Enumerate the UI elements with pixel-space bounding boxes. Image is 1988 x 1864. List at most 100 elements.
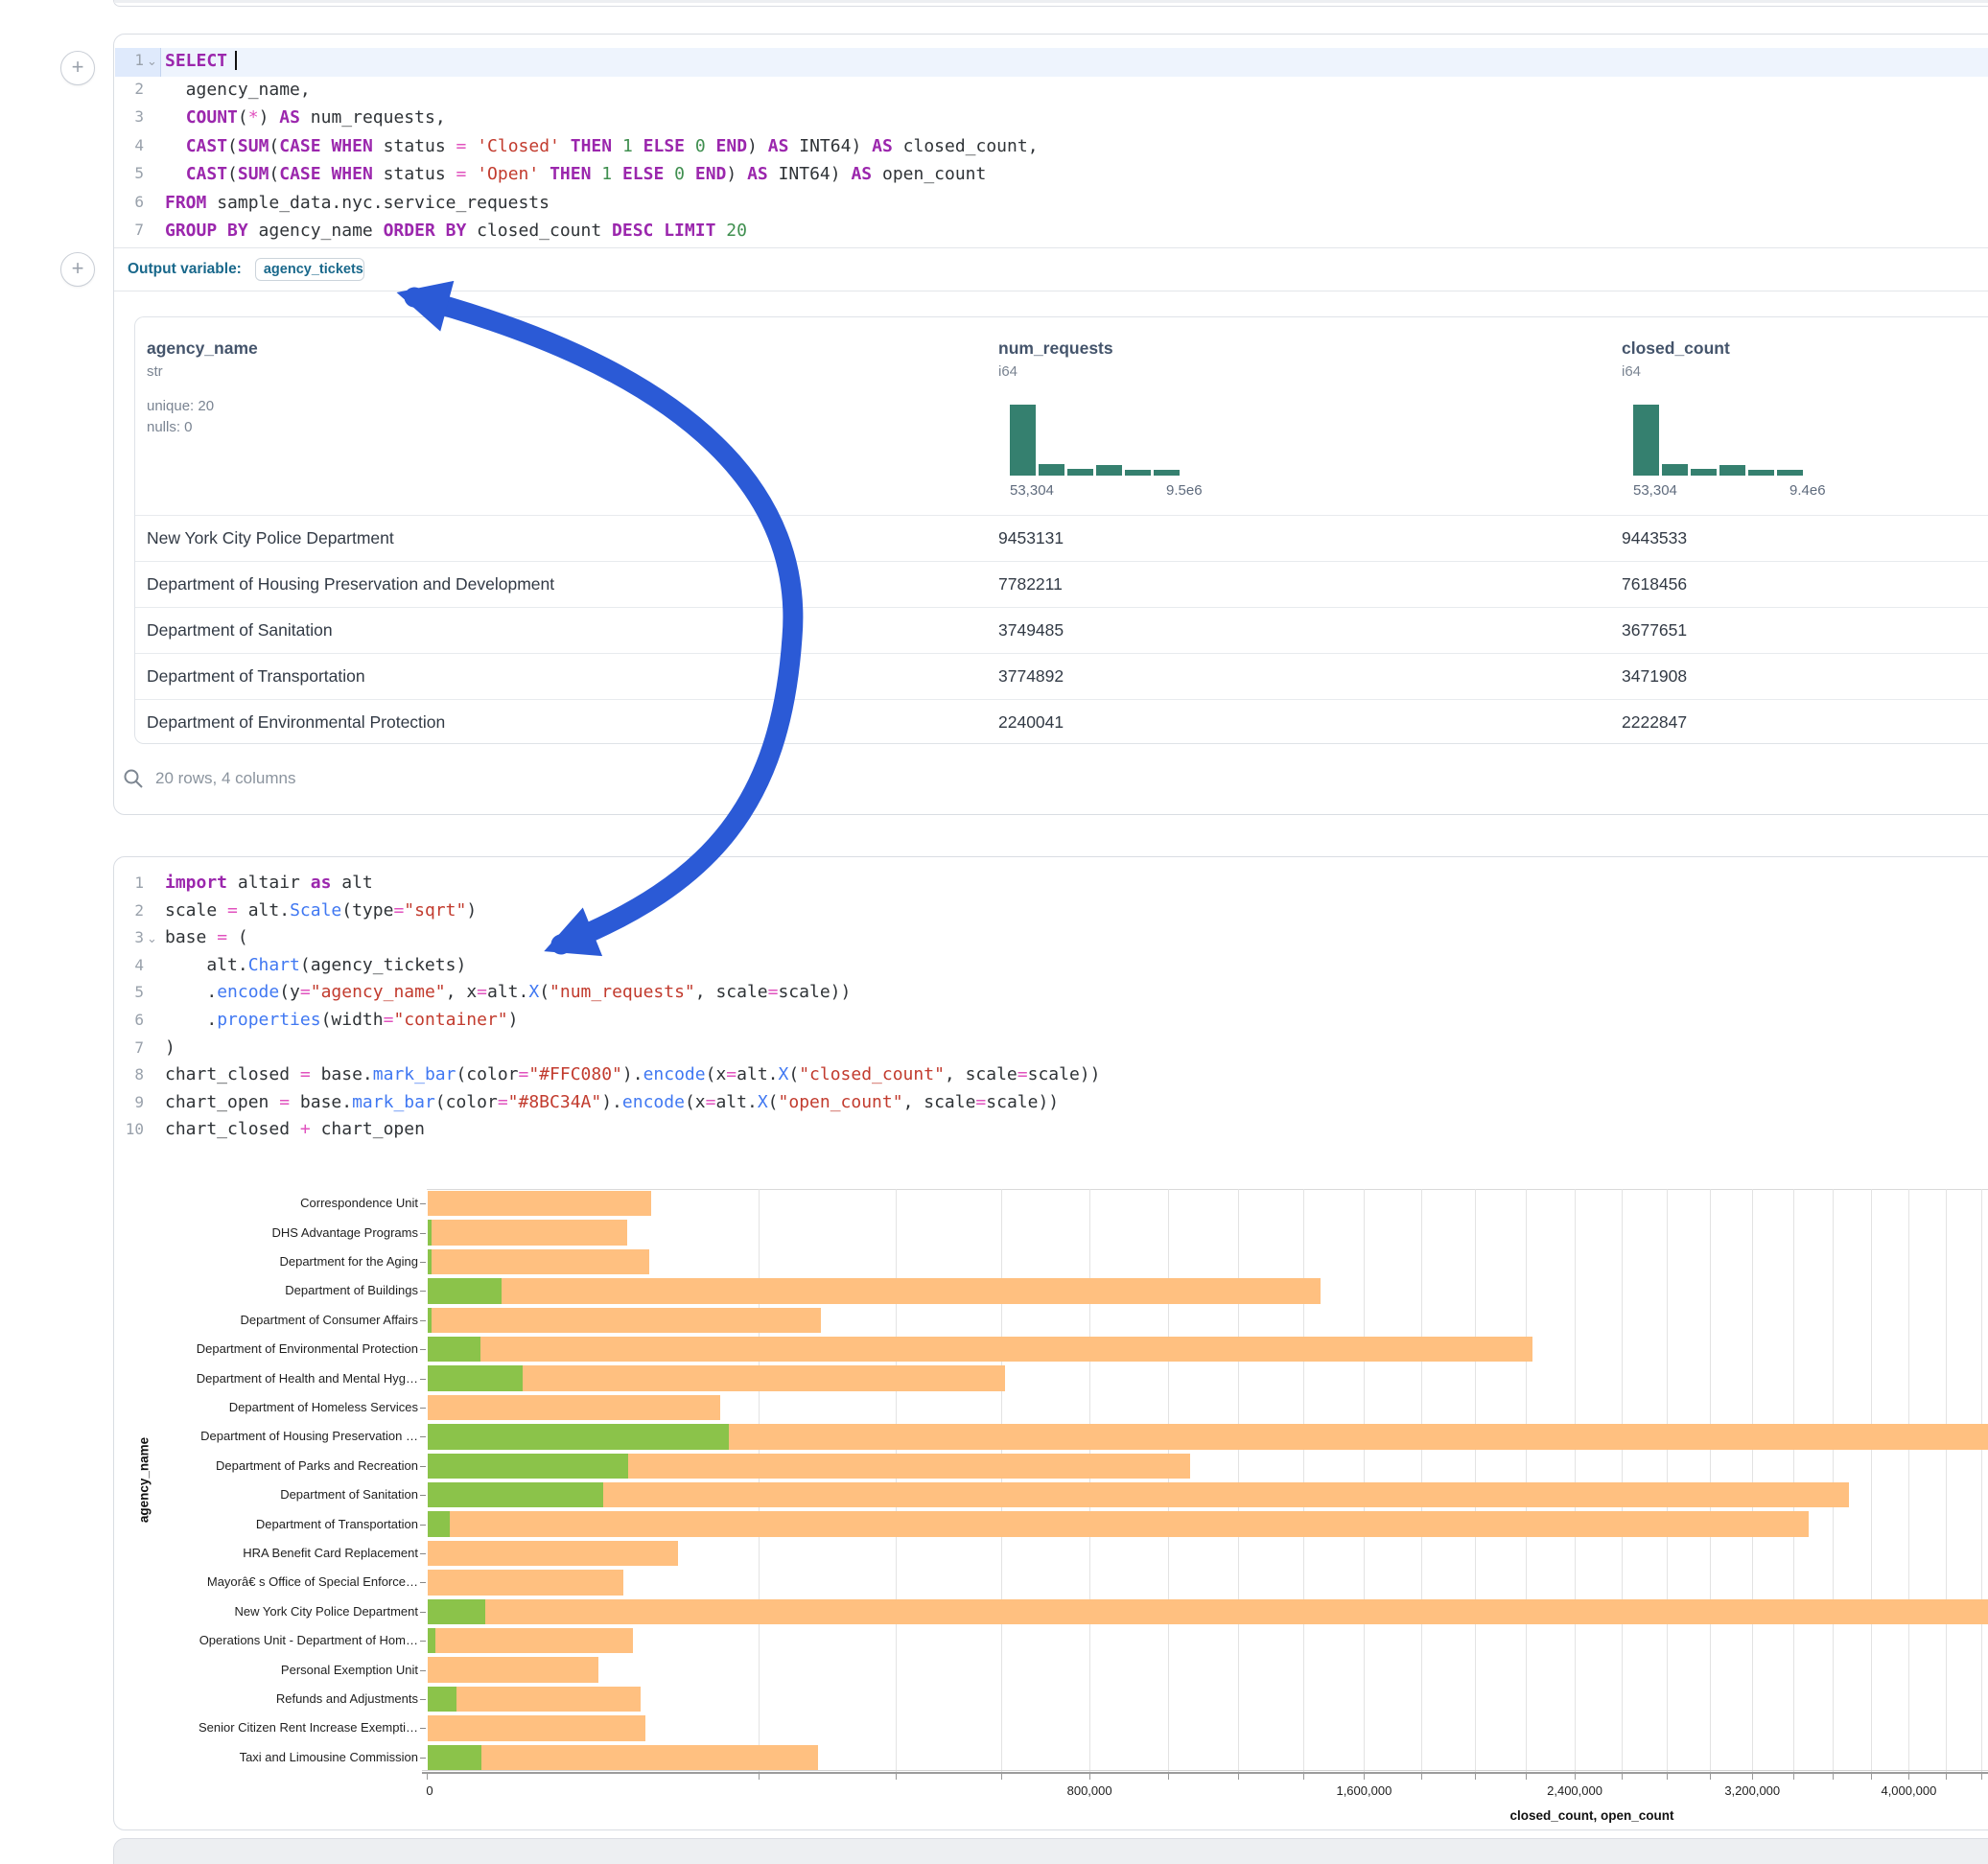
bar-closed-count[interactable] <box>428 1395 720 1420</box>
bar-closed-count[interactable] <box>428 1599 1988 1624</box>
code-line[interactable]: .properties(width="container") <box>165 1007 1988 1035</box>
code-line[interactable]: scale = alt.Scale(type="sqrt") <box>165 897 1988 925</box>
column-header[interactable]: agency_name <box>147 338 258 359</box>
code-token: = <box>1017 1064 1028 1084</box>
table-cell[interactable]: 2222847 <box>1622 712 1687 733</box>
table-cell[interactable]: 2240041 <box>998 712 1064 733</box>
bar-closed-count[interactable] <box>428 1715 645 1740</box>
bar-open-count[interactable] <box>428 1687 456 1712</box>
table-cell[interactable]: Department of Transportation <box>147 666 365 687</box>
code-token: 'Open' <box>477 164 539 184</box>
code-line[interactable]: ) <box>165 1035 1988 1062</box>
code-token: CAST <box>186 164 227 184</box>
code-line[interactable]: chart_closed = base.mark_bar(color="#FFC… <box>165 1061 1988 1089</box>
add-cell-button-output[interactable]: + <box>60 252 95 287</box>
table-cell[interactable]: 7782211 <box>998 574 1063 594</box>
code-line[interactable]: CAST(SUM(CASE WHEN status = 'Closed' THE… <box>165 132 1988 161</box>
bar-closed-count[interactable] <box>428 1308 821 1333</box>
bar-open-count[interactable] <box>428 1365 523 1390</box>
table-cell[interactable]: 3749485 <box>998 620 1064 641</box>
code-line[interactable]: import altair as alt <box>165 870 1988 897</box>
code-line[interactable]: CAST(SUM(CASE WHEN status = 'Open' THEN … <box>165 160 1988 189</box>
results-table[interactable]: agency_namestrunique: 20nulls: 0num_requ… <box>134 316 1988 744</box>
code-token: END <box>716 136 748 156</box>
bar-open-count[interactable] <box>428 1482 603 1507</box>
code-line[interactable]: chart_closed + chart_open <box>165 1116 1988 1144</box>
table-cell[interactable]: 7618456 <box>1622 574 1687 594</box>
code-token: alt. <box>165 955 248 975</box>
code-line[interactable]: SELECT <box>165 47 1988 76</box>
previous-cell-toolbar <box>114 0 1988 3</box>
code-token: AS <box>872 136 893 156</box>
code-line[interactable]: FROM sample_data.nyc.service_requests <box>165 189 1988 218</box>
table-cell[interactable]: New York City Police Department <box>147 528 394 548</box>
bar-closed-count[interactable] <box>428 1570 623 1595</box>
code-line[interactable]: agency_name, <box>165 76 1988 105</box>
code-line[interactable]: base = ( <box>165 924 1988 952</box>
y-axis-label: Department of Housing Preservation … <box>96 1429 418 1443</box>
bar-open-count[interactable] <box>428 1424 729 1449</box>
code-token: AS <box>747 164 768 184</box>
table-cell[interactable]: 9443533 <box>1622 528 1687 548</box>
table-cell[interactable]: 3471908 <box>1622 666 1687 687</box>
code-token: = <box>456 164 467 184</box>
bar-closed-count[interactable] <box>428 1482 1849 1507</box>
y-tick <box>420 1495 426 1496</box>
column-header[interactable]: num_requests <box>998 338 1113 359</box>
bar-open-count[interactable] <box>428 1599 485 1624</box>
bar-open-count[interactable] <box>428 1278 502 1303</box>
code-line[interactable]: .encode(y="agency_name", x=alt.X("num_re… <box>165 979 1988 1007</box>
code-token: = <box>519 1064 529 1084</box>
table-cell[interactable]: Department of Sanitation <box>147 620 333 641</box>
bar-closed-count[interactable] <box>428 1278 1321 1303</box>
gridline <box>1752 1189 1753 1772</box>
bar-open-count[interactable] <box>428 1220 432 1245</box>
bar-open-count[interactable] <box>428 1454 628 1479</box>
code-token: LIMIT <box>664 221 715 241</box>
code-token: END <box>695 164 727 184</box>
bar-open-count[interactable] <box>428 1337 480 1362</box>
gridline <box>1089 1189 1090 1772</box>
code-token <box>165 107 186 128</box>
output-variable-input[interactable]: agency_tickets <box>255 258 364 281</box>
bar-open-count[interactable] <box>428 1249 432 1274</box>
code-token: = <box>768 982 779 1002</box>
search-icon[interactable] <box>122 767 145 790</box>
code-token: SUM <box>238 164 269 184</box>
bar-closed-count[interactable] <box>428 1745 818 1770</box>
code-token: open_count <box>872 164 986 184</box>
x-axis-label: 4,000,000 <box>1881 1783 1936 1798</box>
bar-closed-count[interactable] <box>428 1249 649 1274</box>
table-cell[interactable]: 3677651 <box>1622 620 1687 641</box>
bar-open-count[interactable] <box>428 1511 450 1536</box>
code-line[interactable]: alt.Chart(agency_tickets) <box>165 952 1988 980</box>
table-row-count: 20 rows, 4 columns <box>155 769 295 788</box>
collapse-chevron-icon[interactable]: ⌄ <box>147 931 157 946</box>
table-cell[interactable]: Department of Housing Preservation and D… <box>147 574 554 594</box>
add-cell-button-top[interactable]: + <box>60 51 95 85</box>
bar-open-count[interactable] <box>428 1628 435 1653</box>
bar-closed-count[interactable] <box>428 1628 633 1653</box>
bar-open-count[interactable] <box>428 1745 481 1770</box>
code-line[interactable]: GROUP BY agency_name ORDER BY closed_cou… <box>165 217 1988 245</box>
table-cell[interactable]: 9453131 <box>998 528 1064 548</box>
y-tick <box>420 1670 426 1671</box>
bar-closed-count[interactable] <box>428 1220 627 1245</box>
bar-closed-count[interactable] <box>428 1337 1532 1362</box>
bar-closed-count[interactable] <box>428 1511 1809 1536</box>
table-cell[interactable]: 3774892 <box>998 666 1064 687</box>
bar-closed-count[interactable] <box>428 1687 641 1712</box>
column-header[interactable]: closed_count <box>1622 338 1730 359</box>
bar-closed-count[interactable] <box>428 1191 651 1216</box>
bar-open-count[interactable] <box>428 1308 432 1333</box>
bar-closed-count[interactable] <box>428 1541 678 1566</box>
code-token: CASE <box>279 136 320 156</box>
y-tick <box>420 1466 426 1467</box>
code-line[interactable]: chart_open = base.mark_bar(color="#8BC34… <box>165 1089 1988 1117</box>
collapse-chevron-icon[interactable]: ⌄ <box>147 54 157 69</box>
gridline <box>896 1189 897 1772</box>
bar-closed-count[interactable] <box>428 1657 598 1682</box>
y-axis-label: Department of Buildings <box>96 1283 418 1297</box>
code-line[interactable]: COUNT(*) AS num_requests, <box>165 104 1988 132</box>
table-cell[interactable]: Department of Environmental Protection <box>147 712 445 733</box>
